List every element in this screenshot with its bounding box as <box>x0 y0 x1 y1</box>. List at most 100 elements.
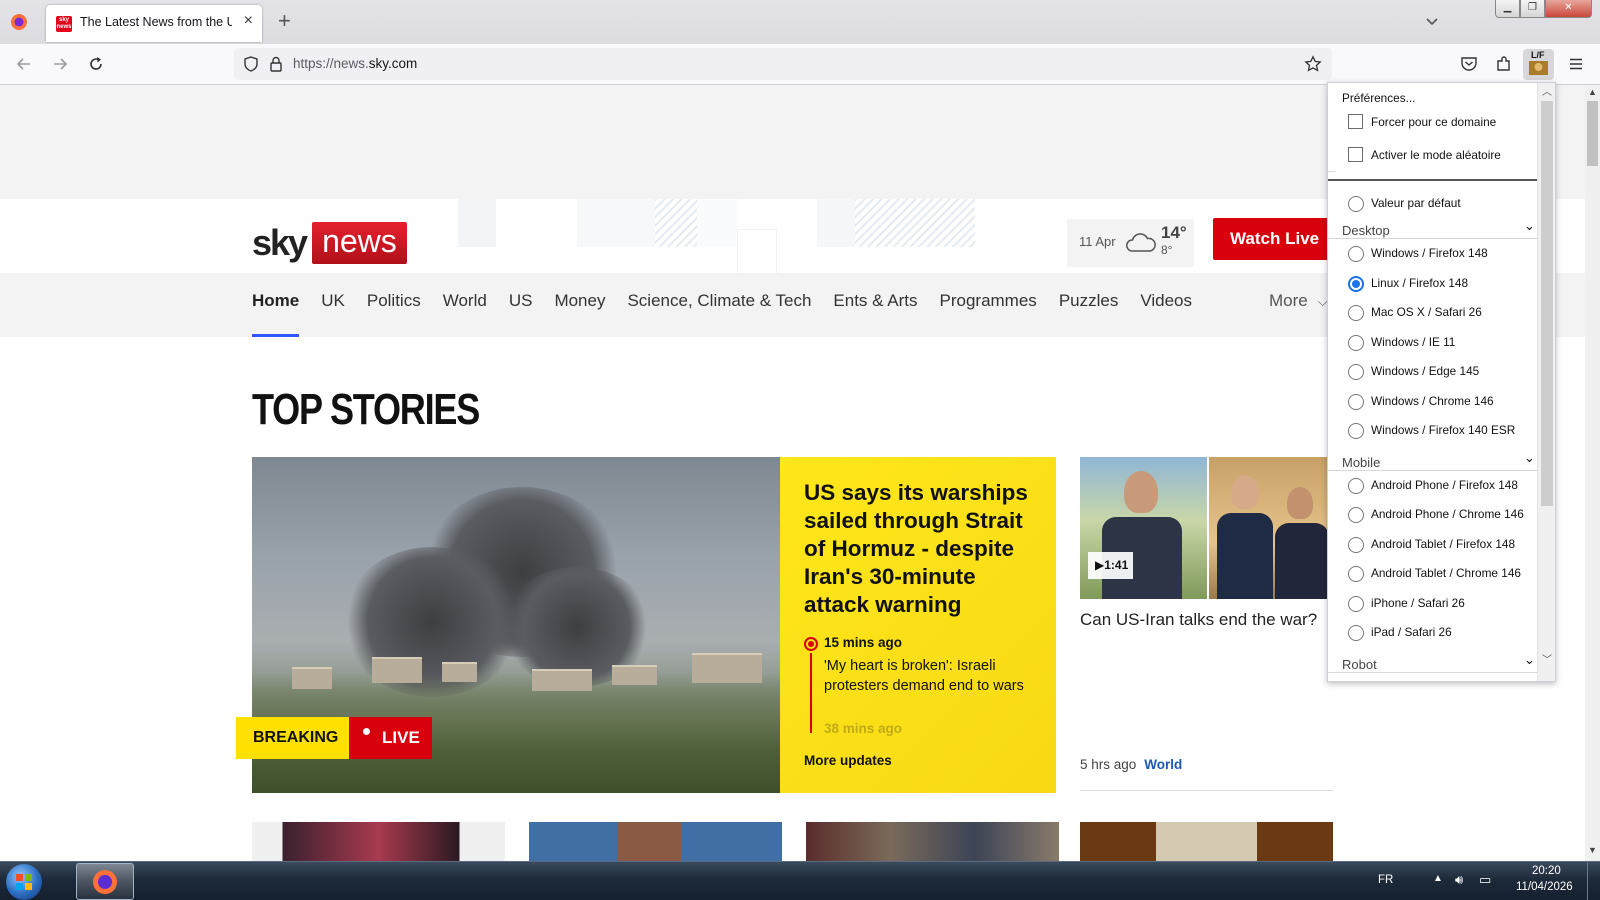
radio-default[interactable] <box>1348 196 1364 212</box>
group-desktop[interactable]: Desktop <box>1342 223 1390 238</box>
ua-option-label[interactable]: iPad / Safari 26 <box>1371 625 1452 639</box>
tab-sky-news[interactable]: sky news The Latest News from the UK and… <box>46 5 262 42</box>
sky-news-logo[interactable]: sky news <box>252 222 407 264</box>
popup-scroll-thumb[interactable] <box>1541 101 1553 506</box>
close-tab-icon[interactable]: × <box>244 13 253 29</box>
scroll-down-icon[interactable]: ﹀ <box>1542 651 1552 666</box>
ua-option-label[interactable]: Android Tablet / Chrome 146 <box>1371 566 1521 580</box>
url-bar[interactable]: https://news.sky.com <box>234 48 1332 80</box>
force-domain-label[interactable]: Forcer pour ce domaine <box>1371 115 1496 129</box>
preferences-link[interactable]: Préférences... <box>1342 91 1415 105</box>
force-domain-checkbox[interactable] <box>1348 114 1363 129</box>
ua-option-label[interactable]: Windows / IE 11 <box>1371 335 1455 349</box>
popup-scrollbar[interactable]: ︿ ﹀ <box>1537 83 1555 681</box>
nav-item-politics[interactable]: Politics <box>367 273 421 337</box>
start-button[interactable] <box>6 864 42 900</box>
language-indicator[interactable]: FR <box>1378 874 1393 886</box>
hamburger-menu-icon[interactable] <box>1567 55 1585 73</box>
story-thumbnail[interactable] <box>1080 822 1333 861</box>
radio-android-phone-chrome-146[interactable] <box>1348 507 1364 523</box>
nav-item-science-climate-tech[interactable]: Science, Climate & Tech <box>627 273 811 337</box>
chevron-down-icon[interactable]: ⌄ <box>1524 652 1535 668</box>
random-mode-label[interactable]: Activer le mode aléatoire <box>1371 148 1501 162</box>
story-thumbnail[interactable] <box>252 822 505 861</box>
ua-option-label[interactable]: Windows / Firefox 140 ESR <box>1371 423 1515 437</box>
extensions-icon[interactable] <box>1495 55 1513 73</box>
group-mobile[interactable]: Mobile <box>1342 455 1380 470</box>
radio-android-tablet-firefox-148[interactable] <box>1348 536 1364 553</box>
more-updates-link[interactable]: More updates <box>804 753 892 768</box>
ua-option-label[interactable]: Android Phone / Chrome 146 <box>1371 507 1524 521</box>
show-desktop-button[interactable] <box>1587 862 1600 900</box>
scroll-down-icon[interactable]: ▼ <box>1588 845 1597 855</box>
ua-option-label[interactable]: Android Phone / Firefox 148 <box>1371 478 1518 492</box>
url-text[interactable]: https://news.sky.com <box>293 56 417 71</box>
lock-icon[interactable] <box>269 56 283 72</box>
ua-option-label[interactable]: Windows / Edge 145 <box>1371 364 1479 378</box>
scroll-up-icon[interactable]: ︿ <box>1542 83 1552 98</box>
pocket-icon[interactable] <box>1460 55 1478 73</box>
radio-mac-os-x-safari-26[interactable] <box>1348 305 1364 321</box>
ua-option-label[interactable]: Windows / Chrome 146 <box>1371 394 1494 408</box>
radio-iphone-safari-26[interactable] <box>1348 595 1364 612</box>
clock-time[interactable]: 20:20 <box>1532 865 1561 877</box>
side-story-category[interactable]: World <box>1144 757 1182 772</box>
radio-windows-firefox-148[interactable] <box>1348 246 1364 262</box>
close-window-icon[interactable]: ✕ <box>1545 0 1592 18</box>
lead-story-card[interactable]: US says its warships sailed through Stra… <box>780 457 1056 793</box>
user-agent-switcher-button[interactable]: L/F <box>1523 49 1554 80</box>
bookmark-star-icon[interactable] <box>1304 55 1322 73</box>
ua-option-label[interactable]: Mac OS X / Safari 26 <box>1371 305 1482 319</box>
update-text[interactable]: 'My heart is broken': Israeli protesters… <box>824 656 1039 696</box>
radio-windows-firefox-140-esr[interactable] <box>1348 423 1364 439</box>
radio-linux-firefox-148[interactable] <box>1348 275 1364 292</box>
nav-item-ents-arts[interactable]: Ents & Arts <box>833 273 917 337</box>
nav-more-button[interactable]: More ⌵ <box>1269 273 1328 330</box>
firefox-view-icon[interactable] <box>10 13 28 31</box>
ua-option-label[interactable]: Windows / Firefox 148 <box>1371 246 1488 260</box>
story-thumbnail[interactable] <box>806 822 1059 861</box>
show-hidden-icons-icon[interactable]: ▲ <box>1433 873 1443 884</box>
ua-option-label[interactable]: Android Tablet / Firefox 148 <box>1371 537 1515 551</box>
ua-option-label[interactable]: iPhone / Safari 26 <box>1371 596 1465 610</box>
taskbar-firefox[interactable] <box>76 863 134 900</box>
random-mode-checkbox[interactable] <box>1348 147 1363 162</box>
nav-item-world[interactable]: World <box>443 273 487 337</box>
nav-item-home[interactable]: Home <box>252 273 300 337</box>
side-story-headline[interactable]: Can US-Iran talks end the war? <box>1080 610 1317 630</box>
watch-live-button[interactable]: Watch Live <box>1213 218 1333 260</box>
story-thumbnail[interactable] <box>529 822 782 861</box>
page-scrollbar[interactable]: ▲ ▼ <box>1585 85 1600 861</box>
nav-item-videos[interactable]: Videos <box>1140 273 1192 337</box>
nav-item-us[interactable]: US <box>509 273 533 337</box>
radio-windows-chrome-146[interactable] <box>1348 393 1364 410</box>
scroll-up-icon[interactable]: ▲ <box>1588 87 1597 97</box>
radio-ipad-safari-26[interactable] <box>1348 625 1364 641</box>
new-tab-icon[interactable]: + <box>278 9 291 33</box>
chevron-down-icon[interactable]: ⌄ <box>1524 450 1535 466</box>
nav-item-money[interactable]: Money <box>554 273 605 337</box>
radio-windows-edge-145[interactable] <box>1348 364 1364 380</box>
ua-option-label[interactable]: Linux / Firefox 148 <box>1371 276 1468 290</box>
radio-android-phone-firefox-148[interactable] <box>1348 477 1364 494</box>
back-icon[interactable] <box>15 55 33 73</box>
network-icon[interactable]: ▭ <box>1479 872 1491 888</box>
minimize-icon[interactable]: ▁ <box>1495 0 1520 18</box>
group-robot[interactable]: Robot <box>1342 657 1377 672</box>
chevron-down-icon[interactable]: ⌄ <box>1524 218 1535 234</box>
tracking-shield-icon[interactable] <box>243 56 259 72</box>
nav-item-puzzles[interactable]: Puzzles <box>1059 273 1119 337</box>
clock-date[interactable]: 11/04/2026 <box>1516 881 1573 893</box>
nav-item-programmes[interactable]: Programmes <box>940 273 1037 337</box>
page-scroll-thumb[interactable] <box>1587 101 1598 166</box>
maximize-icon[interactable]: ❐ <box>1520 0 1545 18</box>
default-label[interactable]: Valeur par défaut <box>1371 196 1461 210</box>
lead-headline[interactable]: US says its warships sailed through Stra… <box>804 479 1044 619</box>
reload-icon[interactable] <box>87 55 105 73</box>
chevron-down-icon[interactable] <box>1424 13 1440 29</box>
radio-windows-ie-11[interactable] <box>1348 334 1364 351</box>
weather-widget[interactable]: 11 Apr 14° 8° <box>1067 219 1194 267</box>
volume-icon[interactable]: 🔊︎ <box>1455 872 1463 888</box>
forward-icon[interactable] <box>51 55 69 73</box>
side-story-image[interactable]: ▶1:41 <box>1080 457 1333 599</box>
